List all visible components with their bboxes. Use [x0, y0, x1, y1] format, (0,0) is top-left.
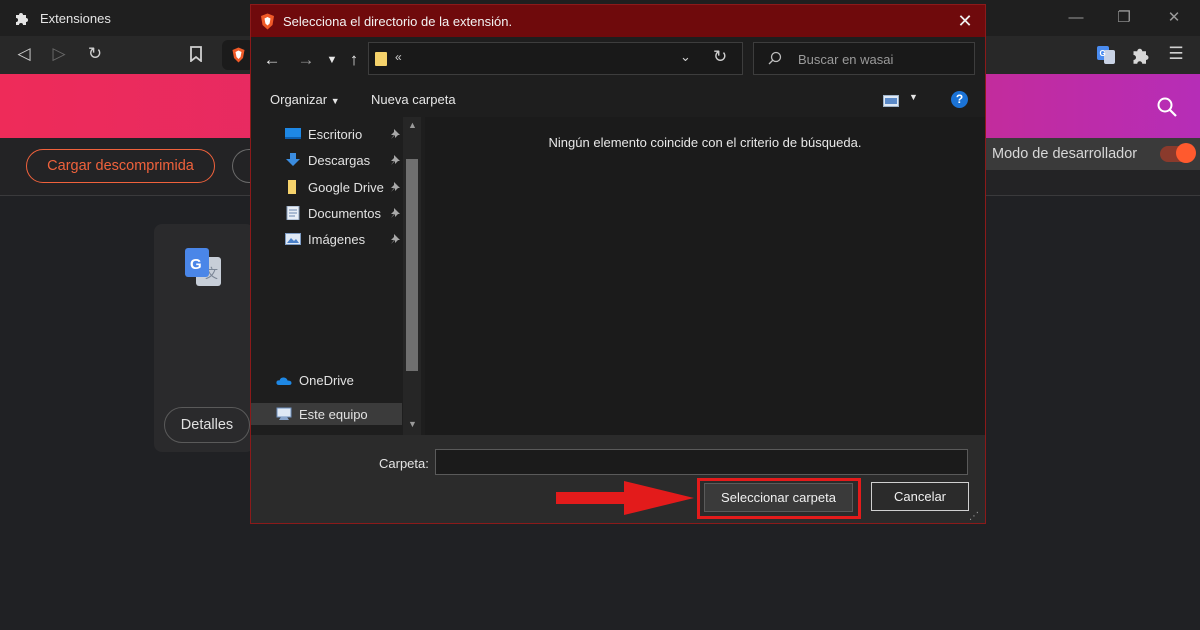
breadcrumb-overflow[interactable]: «	[395, 50, 402, 64]
pin-icon	[391, 155, 400, 165]
menu-icon[interactable]: ☰	[1164, 42, 1188, 66]
browser-tab[interactable]: Extensiones	[0, 0, 200, 36]
documents-icon	[286, 206, 300, 220]
restore-icon[interactable]: ❐	[1112, 6, 1136, 30]
navigation-scrollbar[interactable]: ▲ ▼	[403, 117, 421, 435]
view-options-icon[interactable]	[883, 95, 899, 107]
dialog-address-bar[interactable]: « ⌄ ↻	[368, 42, 743, 75]
folder-icon	[288, 180, 296, 194]
pin-icon	[391, 234, 400, 244]
developer-mode-label: Modo de desarrollador	[992, 146, 1138, 162]
red-arrow-icon	[556, 481, 694, 515]
google-translate-icon: 文 G	[185, 248, 221, 286]
translate-extension-icon[interactable]: G	[1096, 45, 1116, 65]
resize-grip-icon[interactable]: ⋰	[969, 511, 979, 522]
select-folder-dialog: Selecciona el directorio de la extensión…	[250, 4, 986, 524]
organize-menu[interactable]: Organizar ▼	[270, 92, 340, 107]
puzzle-icon	[16, 13, 28, 25]
nav-item-label: Este equipo	[299, 406, 368, 422]
minimize-icon[interactable]: —	[1064, 6, 1088, 30]
scroll-down-icon[interactable]: ▼	[408, 419, 417, 429]
search-placeholder: Buscar en wasai	[798, 52, 894, 67]
refresh-icon[interactable]: ↻	[713, 47, 727, 67]
scroll-up-icon[interactable]: ▲	[408, 120, 417, 130]
up-arrow-icon[interactable]: ↑	[343, 49, 365, 71]
folder-label: Carpeta:	[379, 456, 429, 471]
brave-icon	[261, 13, 274, 29]
back-arrow-icon[interactable]: ←	[261, 49, 283, 71]
select-folder-button[interactable]: Seleccionar carpeta	[704, 483, 853, 512]
search-icon	[768, 51, 782, 65]
load-unpacked-button[interactable]: Cargar descomprimida	[26, 149, 215, 183]
folder-icon	[375, 52, 387, 66]
svg-text:G: G	[190, 256, 202, 273]
nav-item-este-equipo[interactable]: Este equipo	[251, 403, 402, 425]
nav-item-label: Descargas	[308, 152, 371, 168]
desktop-icon	[285, 128, 301, 139]
search-icon[interactable]	[1156, 96, 1178, 118]
scrollbar-thumb[interactable]	[406, 159, 418, 371]
pin-icon	[391, 129, 400, 139]
reload-icon[interactable]: ↻	[83, 42, 107, 66]
help-icon[interactable]: ?	[951, 91, 968, 108]
brave-shield-icon[interactable]	[231, 47, 246, 63]
navigation-pane: Escritorio Descargas Google Drive Docume…	[251, 117, 423, 435]
nav-item-label: Google Drive	[308, 179, 384, 195]
recent-locations-icon[interactable]: ▼	[321, 49, 343, 71]
address-dropdown-icon[interactable]: ⌄	[680, 49, 691, 65]
nav-item-escritorio[interactable]: Escritorio	[285, 123, 362, 145]
tab-title: Extensiones	[40, 10, 111, 26]
dialog-title-bar: Selecciona el directorio de la extensión…	[251, 5, 985, 37]
new-folder-button[interactable]: Nueva carpeta	[371, 92, 456, 107]
empty-results-message: Ningún elemento coincide con el criterio…	[548, 135, 862, 150]
file-list-area[interactable]: Ningún elemento coincide con el criterio…	[425, 117, 985, 435]
onedrive-icon	[276, 377, 292, 385]
nav-item-label: OneDrive	[299, 372, 354, 388]
nav-item-documentos[interactable]: Documentos	[285, 202, 381, 224]
pictures-icon	[285, 233, 301, 245]
view-dropdown-icon[interactable]: ▼	[909, 92, 918, 102]
back-icon[interactable]: ◁	[12, 42, 36, 66]
downloads-icon	[286, 153, 300, 166]
nav-item-label: Escritorio	[308, 126, 363, 142]
pin-icon	[391, 208, 400, 218]
svg-text:G: G	[1100, 49, 1106, 58]
dialog-close-icon[interactable]: ✕	[955, 11, 975, 31]
close-window-icon[interactable]: ✕	[1162, 6, 1186, 30]
details-button[interactable]: Detalles	[164, 407, 250, 443]
folder-input[interactable]	[435, 449, 968, 475]
forward-arrow-icon[interactable]: →	[295, 49, 317, 71]
forward-icon[interactable]: ▷	[47, 42, 71, 66]
nav-item-label: Documentos	[308, 205, 381, 221]
organize-label: Organizar	[270, 92, 328, 107]
cancel-button[interactable]: Cancelar	[871, 482, 969, 511]
nav-item-label: Imágenes	[308, 231, 366, 247]
developer-mode-toggle-knob[interactable]	[1176, 143, 1196, 163]
nav-item-onedrive[interactable]: OneDrive	[276, 369, 354, 391]
command-bar: Organizar ▼ Nueva carpeta	[251, 85, 985, 115]
computer-icon	[276, 407, 292, 420]
nav-item-google-drive[interactable]: Google Drive	[285, 176, 384, 198]
dialog-title: Selecciona el directorio de la extensión…	[283, 13, 513, 29]
bookmark-icon[interactable]	[184, 42, 208, 66]
nav-item-descargas[interactable]: Descargas	[285, 149, 370, 171]
nav-item-imagenes[interactable]: Imágenes	[285, 228, 365, 250]
pin-icon	[391, 182, 400, 192]
extensions-icon[interactable]	[1131, 45, 1151, 65]
dialog-search-box[interactable]: Buscar en wasai	[753, 42, 975, 75]
